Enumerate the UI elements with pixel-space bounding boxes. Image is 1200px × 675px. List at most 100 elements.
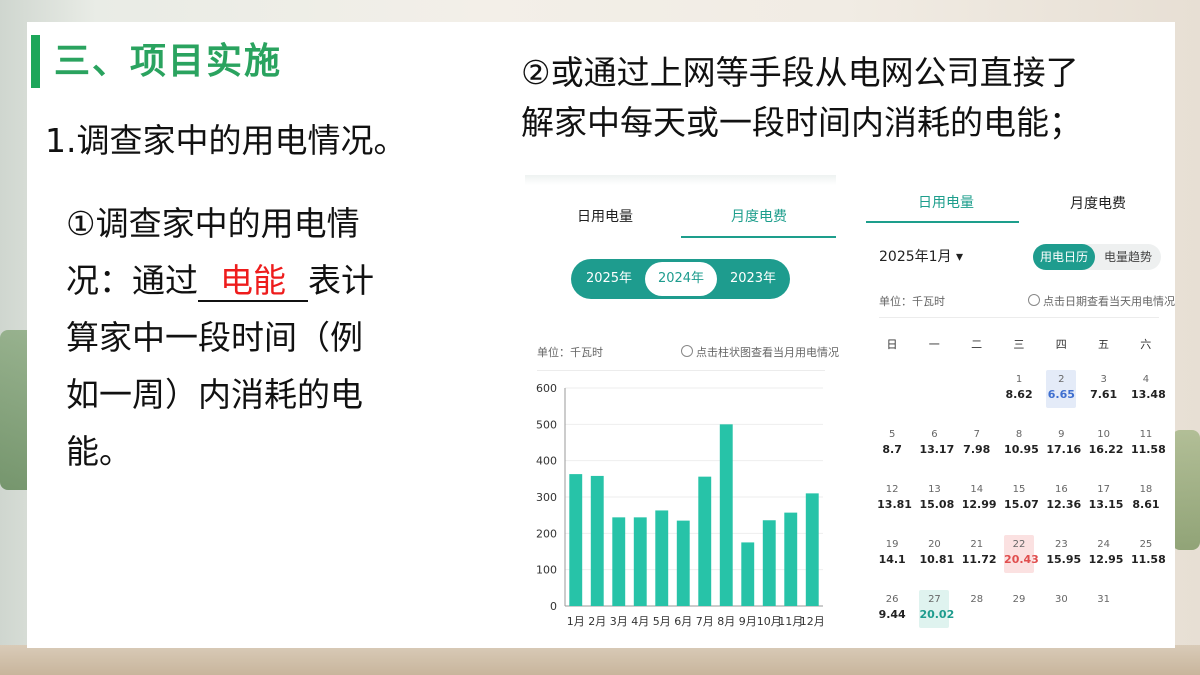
day-number: 18 <box>1139 484 1153 495</box>
calendar-day[interactable]: 11 11.58 <box>1130 425 1166 463</box>
tab-monthly-bill-2[interactable]: 月度电费 <box>1070 193 1126 213</box>
bar[interactable] <box>784 512 798 606</box>
day-number: 13 <box>928 484 941 495</box>
weekday-label: 三 <box>1013 338 1025 351</box>
x-tick-label: 3月 <box>610 615 628 628</box>
calendar-day[interactable]: 30 <box>1046 590 1076 628</box>
day-usage-value: 12.99 <box>961 498 997 511</box>
x-tick-label: 5月 <box>653 615 671 628</box>
day-number: 31 <box>1097 594 1110 605</box>
calendar-day[interactable]: 4 13.48 <box>1131 370 1166 408</box>
tab-monthly-bill[interactable]: 月度电费 <box>731 206 787 226</box>
y-tick-label: 600 <box>536 382 557 395</box>
bar[interactable] <box>805 493 819 606</box>
unit-label: 单位：千瓦时 <box>537 346 603 359</box>
calendar-hint-text: 点击日期查看当天用电情况 <box>1043 295 1175 308</box>
calendar-day[interactable]: 21 11.72 <box>961 535 997 573</box>
lightbulb-icon-2 <box>1028 294 1040 306</box>
calendar-day[interactable]: 7 7.98 <box>962 425 992 463</box>
toggle-calendar[interactable]: 用电日历 <box>1033 244 1095 270</box>
bar[interactable] <box>612 517 626 606</box>
year-selector[interactable]: 2025年 2024年 2023年 <box>571 259 790 299</box>
active-tab-underline-2 <box>866 221 1019 223</box>
weekday-label: 二 <box>971 338 983 351</box>
calendar-day[interactable]: 5 8.7 <box>877 425 907 463</box>
tab-daily-usage[interactable]: 日用电量 <box>577 206 633 226</box>
monthly-bar-chart[interactable]: 01002003004005006001月 2月 3月 4月 5月 6月 7月 8月 9月 10月… <box>525 373 836 633</box>
calendar-day[interactable]: 22 20.43 <box>1004 535 1039 573</box>
bar[interactable] <box>719 424 733 606</box>
day-usage-value: 8.62 <box>1005 388 1033 401</box>
calendar-day[interactable]: 16 12.36 <box>1046 480 1081 518</box>
view-toggle[interactable]: 用电日历 电量趋势 <box>1033 244 1161 270</box>
day-number: 4 <box>1142 374 1150 385</box>
calendar-day[interactable]: 18 8.61 <box>1131 480 1161 518</box>
x-tick-label: 2月 <box>588 615 606 628</box>
lightbulb-icon <box>681 345 693 357</box>
bar[interactable] <box>676 520 690 606</box>
toggle-trend[interactable]: 电量趋势 <box>1097 244 1159 270</box>
fill-in-blank-answer: 电能 <box>198 262 308 302</box>
calendar-day[interactable]: 6 13.17 <box>919 425 954 463</box>
calendar-day[interactable]: 15 15.07 <box>1004 480 1039 518</box>
x-tick-label: 7月 <box>696 615 714 628</box>
chart-hint: 点击柱状图查看当月用电情况 <box>681 344 839 360</box>
active-tab-underline <box>681 236 836 238</box>
day-number: 10 <box>1097 429 1110 440</box>
day-number: 12 <box>885 484 899 495</box>
y-tick-label: 100 <box>536 564 557 577</box>
calendar-day[interactable]: 28 <box>962 590 992 628</box>
day-number: 1 <box>1015 374 1023 385</box>
calendar-day[interactable]: 9 17.16 <box>1046 425 1081 463</box>
calendar-day[interactable]: 23 15.95 <box>1046 535 1081 573</box>
para-line-4: 如一周）内消耗的电 <box>66 375 363 414</box>
right-line-1: ②或通过上网等手段从电网公司直接了 <box>521 53 1079 92</box>
day-number: 15 <box>1012 484 1026 495</box>
calendar-day[interactable]: 13 15.08 <box>919 480 955 518</box>
day-number: 3 <box>1100 374 1107 385</box>
calendar-day[interactable]: 31 <box>1089 590 1119 628</box>
calendar-day[interactable]: 17 13.15 <box>1089 480 1124 518</box>
month-selector[interactable]: 2025年1月 ▾ <box>879 246 963 266</box>
bar[interactable] <box>698 476 712 606</box>
calendar-day[interactable]: 20 10.81 <box>919 535 954 573</box>
calendar-day[interactable]: 27 20.02 <box>919 590 954 628</box>
calendar-day[interactable]: 14 12.99 <box>961 480 997 518</box>
y-tick-label: 400 <box>536 455 557 468</box>
calendar-day[interactable]: 12 13.81 <box>877 480 912 518</box>
day-usage-value: 10.95 <box>1004 443 1039 456</box>
calendar-day[interactable]: 29 <box>1004 590 1034 628</box>
day-usage-value: 11.72 <box>961 553 997 566</box>
tab-daily-usage-2[interactable]: 日用电量 <box>918 192 974 212</box>
calendar-day[interactable]: 8 10.95 <box>1004 425 1039 463</box>
bar[interactable] <box>590 475 604 606</box>
bar[interactable] <box>655 510 669 606</box>
unit-label-2: 单位：千瓦时 <box>879 295 945 308</box>
year-option-2025[interactable]: 2025年 <box>573 259 645 299</box>
day-number: 22 <box>1012 539 1026 550</box>
calendar-day[interactable]: 26 9.44 <box>877 590 907 628</box>
day-usage-value: 12.95 <box>1088 553 1124 566</box>
title-accent-bar <box>31 35 40 88</box>
year-option-2023[interactable]: 2023年 <box>717 259 789 299</box>
calendar-day[interactable]: 19 14.1 <box>877 535 907 573</box>
bar[interactable] <box>633 517 647 606</box>
calendar-day[interactable]: 2 6.65 <box>1046 370 1077 408</box>
year-option-2024[interactable]: 2024年 <box>645 262 717 296</box>
calendar-day[interactable]: 10 16.22 <box>1089 425 1124 463</box>
day-usage-value: 7.98 <box>963 443 991 456</box>
day-usage-value: 13.81 <box>877 498 912 511</box>
x-tick-label: 12月 <box>800 615 825 628</box>
method-one-paragraph: ①调查家中的用电情 况：通过 电能 表计 算家中一段时间（例 如一周）内消耗的电 能… <box>66 195 416 480</box>
calendar-day[interactable]: 24 12.95 <box>1088 535 1124 573</box>
day-usage-value: 15.08 <box>919 498 955 511</box>
calendar-day[interactable]: 25 11.58 <box>1131 535 1166 573</box>
calendar-day[interactable]: 1 8.62 <box>1004 370 1034 408</box>
day-usage-value: 11.58 <box>1130 443 1166 456</box>
bar[interactable] <box>741 542 755 606</box>
bar[interactable] <box>762 520 776 606</box>
y-tick-label: 0 <box>550 600 557 613</box>
bar[interactable] <box>569 474 583 606</box>
calendar-day[interactable]: 3 7.61 <box>1089 370 1119 408</box>
day-usage-value: 6.65 <box>1047 388 1075 401</box>
